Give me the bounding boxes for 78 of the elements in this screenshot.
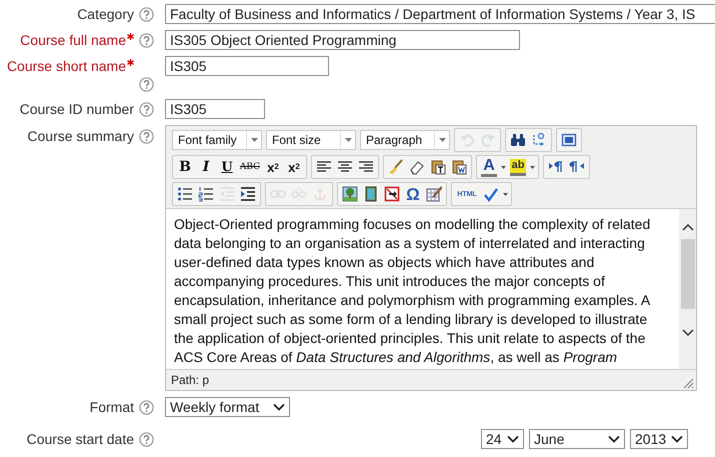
help-icon	[139, 128, 154, 144]
bullet-list-icon	[177, 186, 193, 202]
bold-button[interactable]: B	[175, 157, 195, 177]
toolbar-button[interactable]	[238, 184, 258, 204]
help-icon	[139, 102, 154, 116]
caret-icon	[500, 166, 506, 168]
caret-icon	[502, 192, 508, 196]
binoculars-icon	[510, 132, 526, 148]
field-label: Course start date	[26, 431, 134, 447]
caret-icon	[344, 138, 352, 142]
dropdown[interactable]: Weekly format	[165, 397, 290, 417]
scroll-down-icon	[682, 329, 694, 337]
strikethrough-button[interactable]: ABC	[238, 157, 262, 177]
table-edit-icon	[426, 186, 442, 202]
highlight-button[interactable]: ab	[510, 158, 526, 176]
paste-word-icon	[451, 159, 467, 175]
film-icon	[363, 186, 379, 202]
chevron-icon	[507, 435, 519, 443]
input-field[interactable]: IS305 Object Oriented Programming	[165, 30, 520, 50]
dropdown[interactable]: June	[529, 429, 625, 449]
toolbar-button[interactable]	[196, 184, 216, 204]
fullscreen-icon	[561, 132, 577, 148]
underline-button[interactable]: U	[217, 157, 237, 177]
required-icon	[127, 33, 134, 40]
image-icon	[342, 186, 358, 202]
anchor-icon	[312, 186, 328, 202]
chevron-icon	[273, 403, 285, 411]
help-icon	[139, 32, 154, 48]
text-color-button[interactable]: A	[481, 157, 497, 177]
no-link-icon	[384, 186, 400, 202]
caret-icon	[438, 138, 446, 142]
toolbar-button[interactable]	[424, 184, 444, 204]
field-label: Category	[77, 6, 134, 22]
redo-icon	[480, 132, 496, 148]
scrollbar-thumb[interactable]	[680, 239, 694, 309]
paste-text-icon	[430, 159, 446, 175]
field-label: Format	[90, 399, 134, 415]
input-field[interactable]: IS305	[165, 99, 265, 119]
replace-icon	[531, 132, 547, 148]
dropdown[interactable]: 24	[481, 429, 524, 449]
left-to-right-icon	[548, 159, 564, 175]
scrollbar[interactable]	[679, 209, 696, 369]
input-field[interactable]: Faculty of Business and Informatics / Department of Information Systems / Year 3, IS	[165, 4, 715, 24]
field-label: Course summary	[27, 128, 134, 144]
text-area[interactable]	[166, 208, 696, 370]
caret-icon	[250, 138, 258, 142]
outdent-icon	[219, 186, 235, 202]
help-icon	[139, 6, 154, 22]
resize-grip-icon	[683, 378, 694, 389]
scroll-up-icon	[682, 223, 694, 231]
summary-text: Object-Oriented programming focuses on modelling the complexity of related data belonging to an organisation as a system of interrelated and interacting user-defined data types known as objects which have attributes and accompanying procedures. This unit introduces the major concepts of encapsulation, inheritance and polymorphism with programming examples. A small project such as some form of a lending library is developed to illustrate the application of object-oriented principles. This unit relate to aspects of the ACS Core Areas of Data Structures and Algorithms, as well as Program	[173, 215, 652, 367]
help-icon	[139, 432, 154, 446]
chevron-icon	[671, 435, 683, 443]
right-to-left-icon	[569, 159, 585, 175]
field-label: Course full name	[20, 32, 126, 48]
dropdown[interactable]: Font family	[172, 130, 262, 150]
help-icon	[139, 400, 154, 414]
field-label: Course short name	[6, 58, 126, 74]
toolbar-button[interactable]	[382, 184, 402, 204]
undo-icon	[459, 132, 475, 148]
caret-icon	[530, 166, 534, 168]
eraser-icon	[409, 159, 425, 175]
indent-icon	[240, 186, 256, 202]
chevron-icon	[608, 435, 620, 443]
dropdown[interactable]: Font size	[266, 130, 356, 150]
required-icon	[127, 59, 134, 66]
field-label: Course ID number	[20, 101, 134, 117]
input-field[interactable]: IS305	[165, 56, 329, 76]
numbered-list-icon	[198, 186, 214, 202]
brush-icon	[388, 159, 404, 175]
dropdown[interactable]: 2013	[630, 429, 688, 449]
path-text: Path: p	[171, 373, 210, 387]
superscript-button[interactable]: x$^{2}$	[284, 157, 304, 177]
dropdown[interactable]: Paragraph	[360, 130, 450, 150]
italic-button[interactable]: I	[196, 157, 216, 177]
symbol-button[interactable]: Ω	[403, 184, 423, 204]
spellcheck-icon	[483, 186, 499, 202]
help-icon	[139, 77, 154, 92]
